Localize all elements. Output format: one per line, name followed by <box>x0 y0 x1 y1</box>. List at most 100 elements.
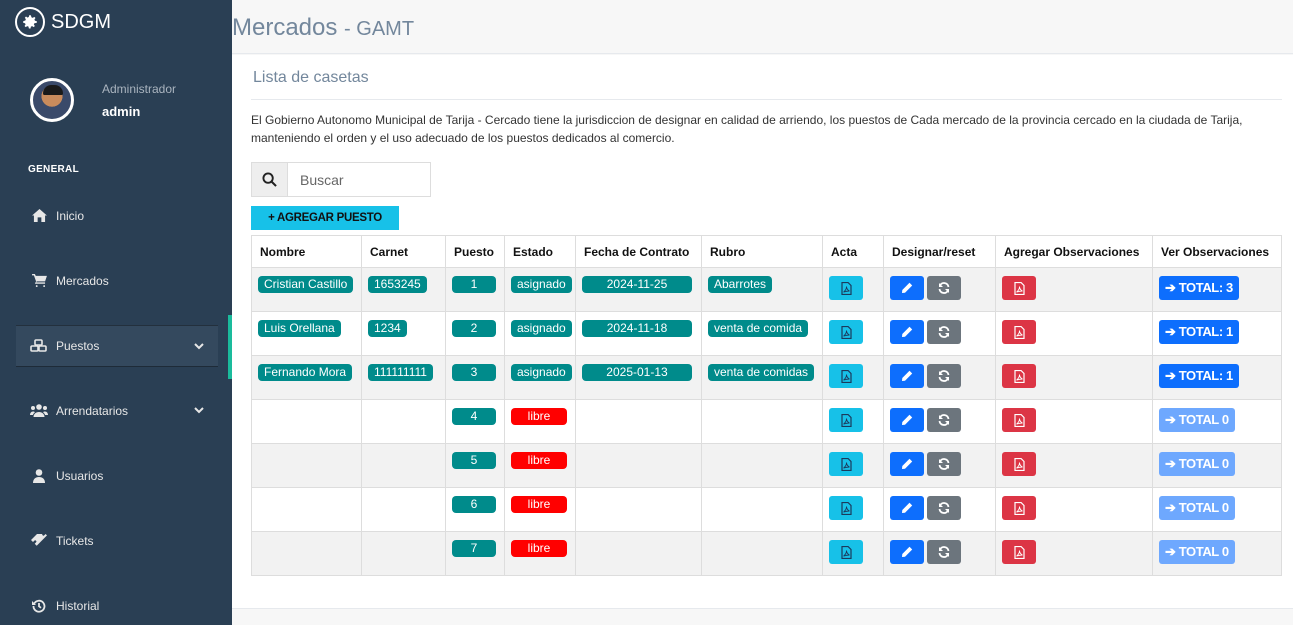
refresh-icon[interactable] <box>927 452 961 476</box>
column-header: Carnet <box>361 235 446 268</box>
pdf-add-icon[interactable] <box>1002 496 1036 520</box>
edit-icon[interactable] <box>890 408 924 432</box>
edit-icon[interactable] <box>890 496 924 520</box>
estado-badge: asignado <box>511 364 572 381</box>
sidebar-item-label: Mercados <box>56 273 109 288</box>
sidebar-item-inicio[interactable]: Inicio <box>0 183 232 248</box>
footer <box>232 608 1293 625</box>
edit-icon[interactable] <box>890 320 924 344</box>
cell-rubro: venta de comida <box>701 311 823 356</box>
refresh-icon[interactable] <box>927 408 961 432</box>
cell-rubro <box>701 399 823 444</box>
page-title-sub: - GAMT <box>344 18 415 40</box>
users-icon <box>30 404 48 417</box>
pdf-add-icon[interactable] <box>1002 540 1036 564</box>
ver-observaciones-button[interactable]: ➔ TOTAL 0 <box>1159 452 1235 476</box>
cell-puesto: 7 <box>445 531 505 576</box>
carnet-badge: 111111111 <box>368 364 433 381</box>
column-header: Nombre <box>251 235 362 268</box>
puesto-badge: 6 <box>452 496 496 513</box>
avatar <box>30 78 74 122</box>
ver-observaciones-button[interactable]: ➔ TOTAL: 1 <box>1159 364 1239 388</box>
pdf-icon[interactable] <box>829 408 863 432</box>
column-header: Agregar Observaciones <box>995 235 1153 268</box>
cell-estado: libre <box>504 399 576 444</box>
edit-icon[interactable] <box>890 452 924 476</box>
cell-rubro <box>701 531 823 576</box>
ver-observaciones-button[interactable]: ➔ TOTAL: 3 <box>1159 276 1239 300</box>
cell-fecha <box>575 399 702 444</box>
puesto-badge: 3 <box>452 364 496 381</box>
edit-icon[interactable] <box>890 276 924 300</box>
cell-acta <box>822 443 884 488</box>
search-input[interactable] <box>288 163 428 196</box>
column-header: Acta <box>822 235 884 268</box>
arrow-right-icon: ➔ <box>1165 368 1179 383</box>
cell-rubro <box>701 443 823 488</box>
pdf-add-icon[interactable] <box>1002 408 1036 432</box>
cell-agregar-obs <box>995 399 1153 444</box>
refresh-icon[interactable] <box>927 364 961 388</box>
ver-observaciones-button[interactable]: ➔ TOTAL 0 <box>1159 540 1235 564</box>
edit-icon[interactable] <box>890 364 924 388</box>
cell-carnet <box>361 399 446 444</box>
sidebar-item-tickets[interactable]: Tickets <box>0 508 232 573</box>
search-icon[interactable] <box>252 163 288 196</box>
column-header: Designar/reset <box>883 235 996 268</box>
ver-observaciones-button[interactable]: ➔ TOTAL 0 <box>1159 496 1235 520</box>
page-title: Mercados - GAMT <box>232 14 414 42</box>
cell-estado: libre <box>504 487 576 532</box>
refresh-icon[interactable] <box>927 320 961 344</box>
pdf-icon[interactable] <box>829 364 863 388</box>
sidebar-item-label: Arrendatarios <box>56 403 129 418</box>
sidebar-item-usuarios[interactable]: Usuarios <box>0 443 232 508</box>
sidebar-item-puestos[interactable]: Puestos <box>16 325 218 367</box>
add-puesto-button[interactable]: + AGREGAR PUESTO <box>251 206 399 230</box>
pdf-icon[interactable] <box>829 276 863 300</box>
page-title-main: Mercados <box>232 14 338 41</box>
gear-icon <box>15 7 45 37</box>
sidebar-item-mercados[interactable]: Mercados <box>0 248 232 313</box>
cell-nombre <box>251 487 362 532</box>
column-header: Fecha de Contrato <box>575 235 702 268</box>
ver-observaciones-button[interactable]: ➔ TOTAL 0 <box>1159 408 1235 432</box>
refresh-icon[interactable] <box>927 496 961 520</box>
fecha-badge: 2024-11-18 <box>582 320 692 337</box>
chevron-down-icon <box>194 407 204 414</box>
cell-nombre <box>251 443 362 488</box>
arrow-right-icon: ➔ <box>1165 500 1179 515</box>
profile-role: Administrador <box>102 81 177 96</box>
pdf-icon[interactable] <box>829 320 863 344</box>
pdf-add-icon[interactable] <box>1002 320 1036 344</box>
cell-puesto: 1 <box>445 267 505 312</box>
cell-estado: asignado <box>504 311 576 356</box>
cell-estado: libre <box>504 443 576 488</box>
brand[interactable]: SDGM <box>0 0 232 44</box>
arrow-right-icon: ➔ <box>1165 324 1179 339</box>
refresh-icon[interactable] <box>927 540 961 564</box>
pdf-add-icon[interactable] <box>1002 452 1036 476</box>
pdf-icon[interactable] <box>829 496 863 520</box>
user-profile: Administrador admin <box>30 78 176 122</box>
edit-icon[interactable] <box>890 540 924 564</box>
pdf-add-icon[interactable] <box>1002 364 1036 388</box>
pdf-add-icon[interactable] <box>1002 276 1036 300</box>
cell-acta <box>822 531 884 576</box>
refresh-icon[interactable] <box>927 276 961 300</box>
cell-ver-obs: ➔ TOTAL: 1 <box>1152 311 1282 356</box>
estado-badge: asignado <box>511 320 572 337</box>
pdf-icon[interactable] <box>829 452 863 476</box>
profile-name: admin <box>102 103 141 119</box>
cell-carnet <box>361 443 446 488</box>
pdf-icon[interactable] <box>829 540 863 564</box>
column-header: Ver Observaciones <box>1152 235 1282 268</box>
carnet-badge: 1653245 <box>368 276 427 293</box>
ver-observaciones-button[interactable]: ➔ TOTAL: 1 <box>1159 320 1239 344</box>
panel-title: Lista de casetas <box>253 69 369 86</box>
puesto-badge: 2 <box>452 320 496 337</box>
cell-nombre <box>251 399 362 444</box>
casetas-panel: Lista de casetas El Gobierno Autonomo Mu… <box>232 55 1293 608</box>
sidebar-item-arrendatarios[interactable]: Arrendatarios <box>0 378 232 443</box>
sidebar-item-historial[interactable]: Historial <box>0 573 232 625</box>
carnet-badge: 1234 <box>368 320 407 337</box>
